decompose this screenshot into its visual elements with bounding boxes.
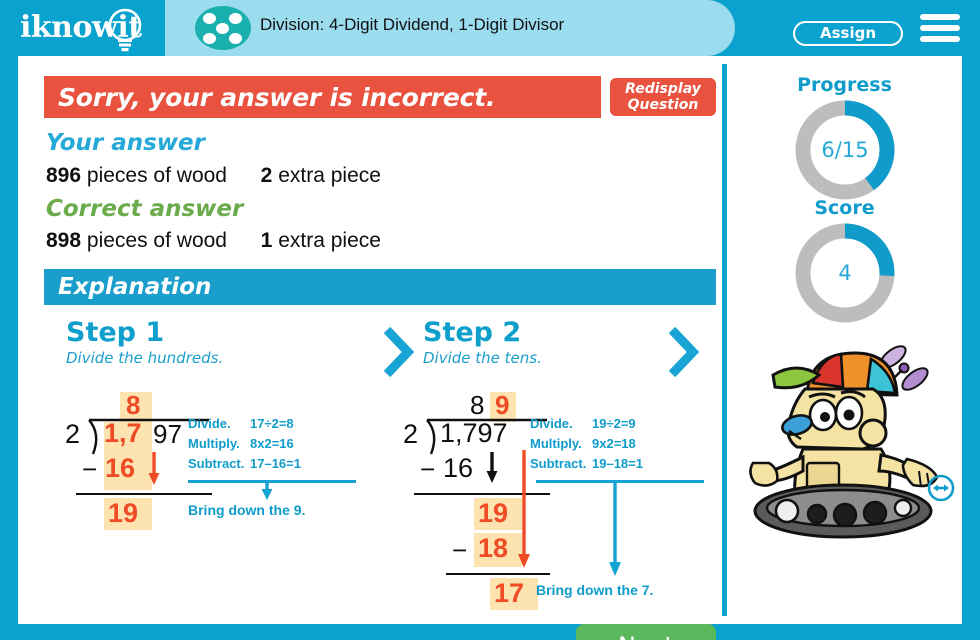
score-label: Score [814,197,875,219]
app-root: iknowit Division: 4-Digit Dividend, 1-Di… [0,0,980,640]
your-answer-unit: pieces of wood [86,164,227,187]
step-2-divisor: 2 [403,419,419,449]
step-1-dividend-highlighted: 1,7 [104,418,142,448]
redisplay-question-button[interactable]: Redisplay Question [610,78,716,116]
step-2-bring-down: Bring down the 7. [536,582,654,598]
correct-answer-unit: pieces of wood [86,229,227,252]
step-1-bring-down: Bring down the 9. [188,502,306,518]
down-arrow-long-icon [609,482,621,576]
assign-button[interactable]: Assign [793,21,903,46]
bring-down-arrow-icon [486,452,498,483]
subtraction-rule-2 [446,573,550,576]
correct-answer-label: Correct answer [46,196,244,222]
lesson-title-band: Division: 4-Digit Dividend, 1-Digit Divi… [165,0,735,56]
content-card: Sorry, your answer is incorrect. Redispl… [18,56,962,640]
redisplay-line-2: Question [627,97,699,113]
hamburger-menu-icon[interactable] [920,14,960,44]
step-2-hint-multiply-label: Multiply. [530,436,582,451]
step-2-hint-multiply-value: 9x2=18 [592,436,636,451]
correct-extra-unit: extra piece [278,229,381,252]
chevron-right-icon [383,326,415,378]
step-2-remainder-2: 17 [494,578,525,608]
sidebar-panel: Progress 6/15 Score 4 [727,56,962,624]
robot-mascot-icon [749,345,939,539]
result-banner-text: Sorry, your answer is incorrect. [58,82,496,112]
correct-answer-row: 898 pieces of wood 1 extra piece [46,229,381,253]
step-2-hint-divide-label: Divide. [530,416,573,431]
step-1-long-division: 8 2 1,7 97 − 16 19 Divide. 17÷2=8 Multip… [60,390,380,562]
step-2-subtitle: Divide the tens. [423,349,542,367]
step-1-hint-subtract-label: Subtract. [188,456,245,471]
step-1-heading: Step 1 Divide the hundreds. [66,318,223,368]
correct-answer-value: 898 [46,229,82,252]
result-banner: Sorry, your answer is incorrect. [44,76,601,118]
step-1-title: Step 1 [66,317,165,348]
left-right-arrow-icon[interactable] [927,474,955,502]
step-2-subtract-value: 16 [443,453,474,483]
step-2-title: Step 2 [423,317,522,348]
step-1-subtitle: Divide the hundreds. [66,349,224,367]
step-2-heading: Step 2 Divide the tens. [423,318,542,368]
chevron-right-icon [668,326,700,378]
step-1-dividend-rest: 97 [153,419,182,449]
your-answer-label: Your answer [46,130,205,156]
progress-label: Progress [797,74,892,96]
step-1-divisor: 2 [65,419,81,449]
next-button[interactable]: Next [576,624,716,640]
step-2-remainder-1: 19 [478,498,509,528]
iknowit-logo[interactable]: iknowit [20,8,160,52]
step-2-dividend: 1,797 [440,418,508,448]
step-1-remainder: 19 [108,498,139,528]
main-panel: Sorry, your answer is incorrect. Redispl… [18,56,722,640]
step-2-hint-divide-value: 19÷2=9 [592,416,636,431]
your-answer-row: 896 pieces of wood 2 extra piece [46,164,381,188]
redisplay-line-1: Redisplay [625,81,701,97]
subtraction-rule [76,493,212,496]
explanation-header: Explanation [44,269,716,305]
progress-value: 6/15 [821,138,869,162]
step-2-hint-subtract-value: 19–18=1 [592,456,643,471]
step-2-hint-subtract-label: Subtract. [530,456,587,471]
score-value: 4 [838,261,852,285]
step-2-long-division: 8 9 2 1,797 − 16 19 − 18 17 Divide. 19÷2… [398,390,728,622]
lesson-title: Division: 4-Digit Dividend, 1-Digit Divi… [260,15,565,34]
app-header: iknowit Division: 4-Digit Dividend, 1-Di… [0,0,980,56]
correct-extra-value: 1 [260,229,273,252]
dice-five-icon [195,6,251,50]
your-extra-unit: extra piece [278,164,381,187]
step-1-hint-subtract-value: 17–16=1 [250,456,301,471]
step-1-hint-divide-label: Divide. [188,416,231,431]
step-1-hint-multiply-value: 8x2=16 [250,436,294,451]
your-answer-value: 896 [46,164,82,187]
step-1-hint-divide-value: 17÷2=8 [250,416,294,431]
step-1-hint-multiply-label: Multiply. [188,436,240,451]
score-gauge: 4 [793,221,897,325]
step-1-subtract-value: 16 [105,453,136,483]
bring-down-arrow-icon [148,452,160,485]
explanation-header-text: Explanation [58,274,212,300]
down-arrow-icon [261,482,273,500]
lightbulb-icon [108,8,142,52]
step-2-subtract-value-2: 18 [478,533,509,563]
progress-gauge: 6/15 [793,98,897,202]
your-extra-value: 2 [260,164,273,187]
